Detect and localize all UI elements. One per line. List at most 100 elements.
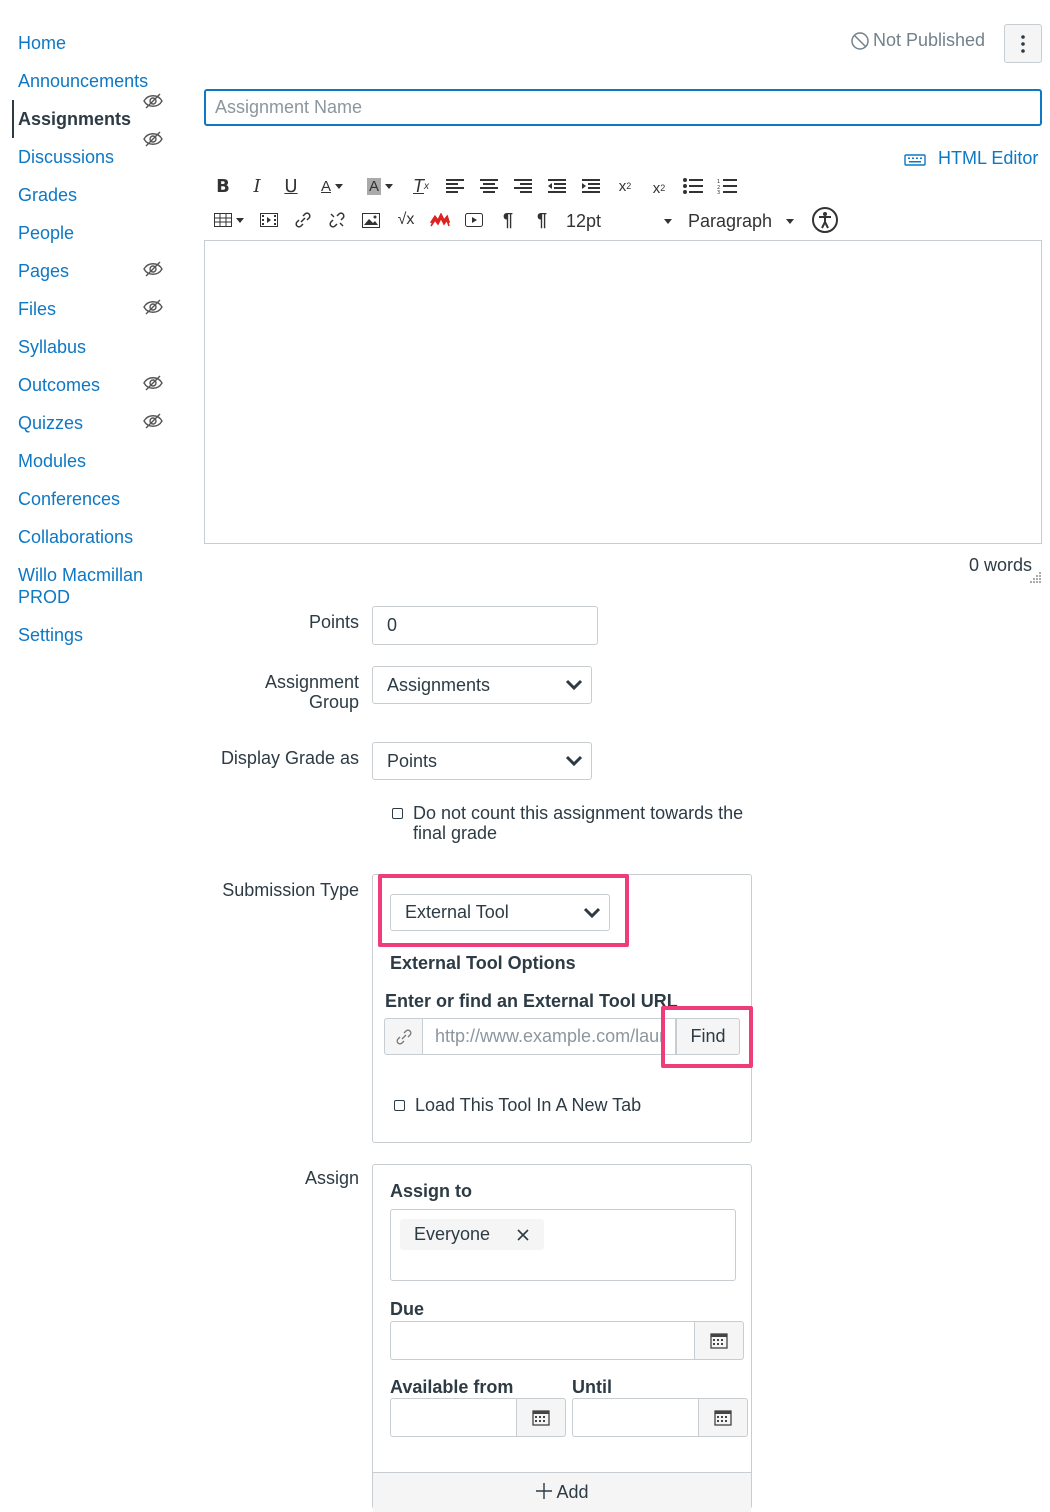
url-addon: [384, 1018, 422, 1055]
publish-status-label: Not Published: [873, 30, 986, 50]
points-input[interactable]: [372, 606, 598, 645]
assignment-group-label-line2: Group: [308, 692, 359, 712]
unlink-icon: [329, 212, 345, 228]
nav-item-collaborations[interactable]: Collaborations: [18, 526, 133, 548]
numbered-list-button[interactable]: 123: [716, 174, 738, 198]
link-icon: [295, 212, 311, 228]
nav-item-assignments[interactable]: Assignments: [18, 108, 131, 130]
assignee-label: Everyone: [414, 1224, 491, 1244]
publish-status[interactable]: Not Published: [850, 30, 985, 51]
available-from-input[interactable]: [390, 1398, 516, 1437]
available-from-group: [390, 1398, 566, 1437]
external-tool-options-heading: External Tool Options: [390, 953, 576, 973]
nav-item-announcements[interactable]: Announcements: [18, 70, 148, 92]
align-right-button[interactable]: [512, 174, 534, 198]
nav-item-willo-macmillan-prod[interactable]: PROD: [18, 586, 70, 608]
until-input[interactable]: [572, 1398, 698, 1437]
table-icon: [214, 213, 232, 227]
assignment-name-input[interactable]: [204, 89, 1042, 126]
align-center-button[interactable]: [478, 174, 500, 198]
new-tab-label[interactable]: Load This Tool In A New Tab: [415, 1095, 641, 1115]
nav-item-home[interactable]: Home: [18, 32, 66, 54]
due-date-input[interactable]: [390, 1321, 694, 1360]
highlight-submission-type: [378, 874, 629, 947]
bullet-list-icon: [683, 178, 703, 194]
display-grade-value: Points: [387, 750, 438, 771]
available-from-picker-button[interactable]: [516, 1398, 566, 1437]
film-icon: [260, 213, 278, 227]
lti-tool-button[interactable]: [428, 208, 452, 232]
nav-item-willo-macmillan[interactable]: Willo Macmillan: [18, 564, 143, 586]
indent-button[interactable]: [580, 174, 602, 198]
superscript-button[interactable]: x2: [614, 174, 636, 198]
assignee-tag: Everyone: [400, 1219, 545, 1250]
link-button[interactable]: [292, 208, 314, 232]
outdent-button[interactable]: [546, 174, 568, 198]
nav-item-files[interactable]: Files: [18, 298, 56, 320]
accessibility-checker-button[interactable]: [810, 206, 840, 234]
points-label: Points: [308, 612, 359, 632]
bold-button[interactable]: B: [212, 174, 234, 198]
new-tab-checkbox[interactable]: [394, 1100, 405, 1111]
rich-content-editor[interactable]: [204, 240, 1042, 544]
calendar-icon: [714, 1410, 732, 1426]
ltr-button[interactable]: ¶: [496, 208, 520, 232]
eye-slash-icon: [143, 131, 163, 147]
close-icon[interactable]: [516, 1228, 530, 1242]
video-embed-button[interactable]: [462, 208, 486, 232]
nav-item-people[interactable]: People: [18, 222, 74, 244]
align-left-button[interactable]: [444, 174, 466, 198]
nav-item-grades[interactable]: Grades: [18, 184, 77, 206]
italic-button[interactable]: I: [246, 174, 268, 198]
html-editor-toggle[interactable]: HTML Editor: [904, 148, 1038, 169]
underline-button[interactable]: U: [280, 174, 302, 198]
until-group: [572, 1398, 748, 1437]
media-button[interactable]: [258, 208, 280, 232]
until-label: Until: [572, 1377, 612, 1397]
due-date-picker-button[interactable]: [694, 1321, 744, 1360]
background-color-button[interactable]: A: [360, 174, 400, 198]
external-tool-url-input[interactable]: [422, 1018, 676, 1055]
assignment-group-select[interactable]: Assignments: [372, 666, 592, 704]
nav-item-syllabus[interactable]: Syllabus: [18, 336, 86, 358]
svg-text:3: 3: [717, 190, 720, 194]
until-picker-button[interactable]: [698, 1398, 748, 1437]
equation-button[interactable]: √x: [394, 208, 418, 232]
block-format-value: Paragraph: [688, 210, 773, 231]
nav-item-settings[interactable]: Settings: [18, 624, 83, 646]
image-icon: [362, 212, 380, 228]
eye-slash-icon: [143, 299, 163, 315]
display-grade-select[interactable]: Points: [372, 742, 592, 780]
nav-item-pages[interactable]: Pages: [18, 260, 69, 282]
text-color-button[interactable]: A: [312, 174, 352, 198]
exclude-from-grade-label[interactable]: Do not count this assignment towards the…: [413, 803, 743, 843]
more-options-button[interactable]: [1004, 24, 1042, 63]
block-format-select[interactable]: Paragraph: [688, 209, 798, 233]
nav-item-conferences[interactable]: Conferences: [18, 488, 120, 510]
font-size-select[interactable]: 12pt: [566, 209, 676, 233]
rtl-button[interactable]: ¶: [530, 208, 554, 232]
indent-icon: [582, 179, 600, 193]
add-assignment-override-button[interactable]: Add: [373, 1472, 751, 1512]
bullet-list-button[interactable]: [682, 174, 704, 198]
chevron-down-icon: [565, 755, 583, 767]
assign-label: Assign: [304, 1168, 359, 1188]
exclude-from-grade-checkbox[interactable]: [392, 808, 403, 819]
image-button[interactable]: [360, 208, 382, 232]
nav-item-modules[interactable]: Modules: [18, 450, 86, 472]
active-indicator: [12, 100, 14, 138]
assign-to-input[interactable]: Everyone: [390, 1209, 736, 1281]
subscript-button[interactable]: x2: [648, 176, 670, 200]
clear-formatting-button[interactable]: Tx: [410, 174, 432, 198]
highlight-find-button: [661, 1006, 753, 1068]
nav-item-quizzes[interactable]: Quizzes: [18, 412, 83, 434]
add-label: Add: [556, 1482, 589, 1502]
available-from-label: Available from: [390, 1377, 514, 1397]
nav-item-outcomes[interactable]: Outcomes: [18, 374, 100, 396]
assign-to-label: Assign to: [390, 1181, 473, 1201]
table-button[interactable]: [212, 208, 246, 232]
assignment-group-label: Assignment Group: [265, 672, 359, 712]
nav-item-discussions[interactable]: Discussions: [18, 146, 114, 168]
resize-handle-icon[interactable]: [1030, 571, 1042, 583]
unlink-button[interactable]: [326, 208, 348, 232]
